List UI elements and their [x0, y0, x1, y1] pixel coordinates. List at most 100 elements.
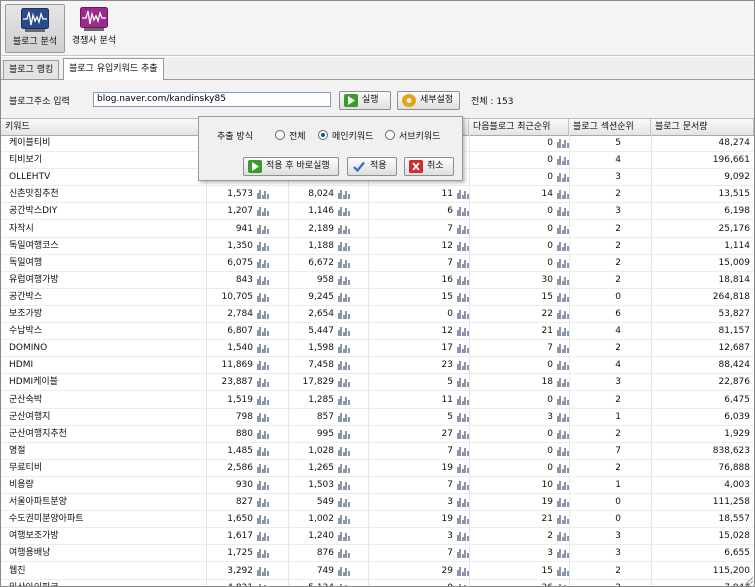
table-row[interactable]: 독일여행 6,075 6,672 7 0 2 15,009 [1, 255, 754, 272]
mini-chart-icon[interactable] [257, 412, 269, 422]
mini-chart-icon[interactable] [257, 224, 269, 234]
mini-chart-icon[interactable] [457, 497, 469, 508]
mini-chart-icon[interactable] [338, 531, 350, 542]
mini-chart-icon[interactable] [457, 189, 469, 200]
table-row[interactable]: 무료티비 2,586 1,265 19 0 2 76,888 [1, 460, 754, 477]
mini-chart-icon[interactable] [457, 360, 469, 371]
mini-chart-icon[interactable] [257, 343, 269, 354]
mini-chart-icon[interactable] [338, 241, 350, 251]
table-row[interactable]: 보조가방 2,784 2,654 0 22 6 53,827 [1, 306, 754, 324]
table-row[interactable]: 수도권미분양아파트 1,650 1,002 19 21 0 18,557 [1, 511, 754, 529]
blog-analysis-button[interactable]: 블로그 분석 [5, 4, 65, 53]
mini-chart-icon[interactable] [338, 224, 350, 234]
table-row[interactable]: 웹진 3,292 749 29 15 2 115,200 [1, 563, 754, 580]
table-row[interactable]: DOMINO 1,540 1,598 17 7 2 12,687 [1, 340, 754, 358]
mini-chart-icon[interactable] [257, 258, 269, 268]
run-button[interactable]: 실행 [339, 91, 391, 110]
col-blog-doc-count[interactable]: 블로그 문서량 [651, 119, 754, 135]
tab-blog-keyword-extract[interactable]: 블로그 유입키워드 추출 [63, 58, 164, 80]
mini-chart-icon[interactable] [257, 429, 269, 439]
mini-chart-icon[interactable] [457, 531, 469, 542]
mini-chart-icon[interactable] [338, 548, 350, 559]
blog-url-input[interactable] [93, 92, 331, 107]
mini-chart-icon[interactable] [338, 514, 350, 525]
mini-chart-icon[interactable] [338, 446, 350, 456]
col-blog-section-rank[interactable]: 블로그 섹션순위 [569, 119, 651, 135]
mini-chart-icon[interactable] [457, 326, 469, 337]
mini-chart-icon[interactable] [338, 463, 350, 473]
mini-chart-icon[interactable] [338, 480, 350, 490]
mini-chart-icon[interactable] [257, 275, 269, 285]
mini-chart-icon[interactable] [457, 395, 469, 405]
mini-chart-icon[interactable] [338, 412, 350, 422]
radio-all[interactable] [275, 130, 285, 140]
mini-chart-icon[interactable] [257, 548, 269, 559]
mini-chart-icon[interactable] [457, 412, 469, 422]
mini-chart-icon[interactable] [257, 497, 269, 508]
table-row[interactable]: 서울아파트분양 827 549 3 19 0 111,258 [1, 494, 754, 512]
mini-chart-icon[interactable] [457, 463, 469, 473]
mini-chart-icon[interactable] [457, 206, 469, 217]
table-row[interactable]: 군산여행지 798 857 5 3 1 6,039 [1, 409, 754, 426]
mini-chart-icon[interactable] [257, 395, 269, 405]
apply-and-run-button[interactable]: 적용 후 바로실행 [243, 157, 339, 176]
table-row[interactable]: 여행보조가방 1,617 1,240 3 2 3 15,028 [1, 528, 754, 546]
radio-main-keyword[interactable] [318, 130, 328, 140]
mini-chart-icon[interactable] [338, 360, 350, 371]
mini-chart-icon[interactable] [257, 309, 269, 319]
table-row[interactable]: 공간박스 10,705 9,245 15 15 0 264,818 [1, 289, 754, 306]
table-row[interactable]: HDMI 11,869 7,458 23 0 4 88,424 [1, 357, 754, 375]
mini-chart-icon[interactable] [338, 566, 350, 576]
table-row[interactable]: HDMI케이블 23,887 17,829 5 18 3 22,876 [1, 374, 754, 392]
mini-chart-icon[interactable] [457, 241, 469, 251]
mini-chart-icon[interactable] [257, 583, 269, 586]
mini-chart-icon[interactable] [338, 189, 350, 200]
table-row[interactable]: 공간박스DIY 1,207 1,146 6 0 3 6,198 [1, 203, 754, 221]
table-row[interactable]: 일산아이파크4,821 5,134 0 26 2 7,944 [1, 580, 754, 586]
mini-chart-icon[interactable] [457, 480, 469, 490]
mini-chart-icon[interactable] [338, 377, 350, 388]
table-row[interactable]: 유럽여행가방 843 958 16 30 2 18,814 [1, 272, 754, 289]
table-row[interactable]: 명절 1,485 1,028 7 0 7 838,623 [1, 443, 754, 460]
mini-chart-icon[interactable] [257, 360, 269, 371]
mini-chart-icon[interactable] [257, 189, 269, 200]
detail-settings-button[interactable]: 세부설정 [397, 91, 460, 110]
mini-chart-icon[interactable] [457, 343, 469, 354]
radio-sub-keyword[interactable] [385, 130, 395, 140]
mini-chart-icon[interactable] [457, 583, 469, 586]
table-row[interactable]: 군산숙박 1,519 1,285 11 0 2 6,475 [1, 392, 754, 409]
table-row[interactable]: 여행용배낭 1,725 876 7 3 3 6,655 [1, 545, 754, 563]
mini-chart-icon[interactable] [457, 258, 469, 268]
table-row[interactable]: 독일여행코스 1,350 1,188 12 0 2 1,114 [1, 238, 754, 255]
mini-chart-icon[interactable] [457, 548, 469, 559]
mini-chart-icon[interactable] [338, 343, 350, 354]
mini-chart-icon[interactable] [457, 429, 469, 439]
mini-chart-icon[interactable] [257, 241, 269, 251]
mini-chart-icon[interactable] [338, 292, 350, 302]
mini-chart-icon[interactable] [457, 275, 469, 285]
mini-chart-icon[interactable] [338, 429, 350, 439]
mini-chart-icon[interactable] [338, 258, 350, 268]
mini-chart-icon[interactable] [338, 497, 350, 508]
mini-chart-icon[interactable] [457, 514, 469, 525]
mini-chart-icon[interactable] [338, 275, 350, 285]
table-row[interactable]: 신촌맛집추천 1,573 8,024 11 14 2 13,515 [1, 186, 754, 204]
mini-chart-icon[interactable] [338, 583, 350, 586]
col-keyword[interactable]: 키워드 [1, 119, 206, 135]
mini-chart-icon[interactable] [257, 326, 269, 337]
mini-chart-icon[interactable] [338, 309, 350, 319]
mini-chart-icon[interactable] [257, 463, 269, 473]
mini-chart-icon[interactable] [338, 395, 350, 405]
resize-grip-icon[interactable] [740, 572, 754, 586]
mini-chart-icon[interactable] [457, 292, 469, 302]
table-row[interactable]: 자작시 941 2,189 7 0 2 25,176 [1, 221, 754, 238]
mini-chart-icon[interactable] [338, 326, 350, 337]
cancel-button[interactable]: 취소 [404, 157, 454, 176]
mini-chart-icon[interactable] [257, 566, 269, 576]
mini-chart-icon[interactable] [257, 531, 269, 542]
col-daum-recent-rank[interactable]: 다음블로그 최근순위 [469, 119, 569, 135]
mini-chart-icon[interactable] [257, 292, 269, 302]
mini-chart-icon[interactable] [457, 446, 469, 456]
apply-button[interactable]: 적용 [347, 157, 397, 176]
mini-chart-icon[interactable] [257, 377, 269, 388]
